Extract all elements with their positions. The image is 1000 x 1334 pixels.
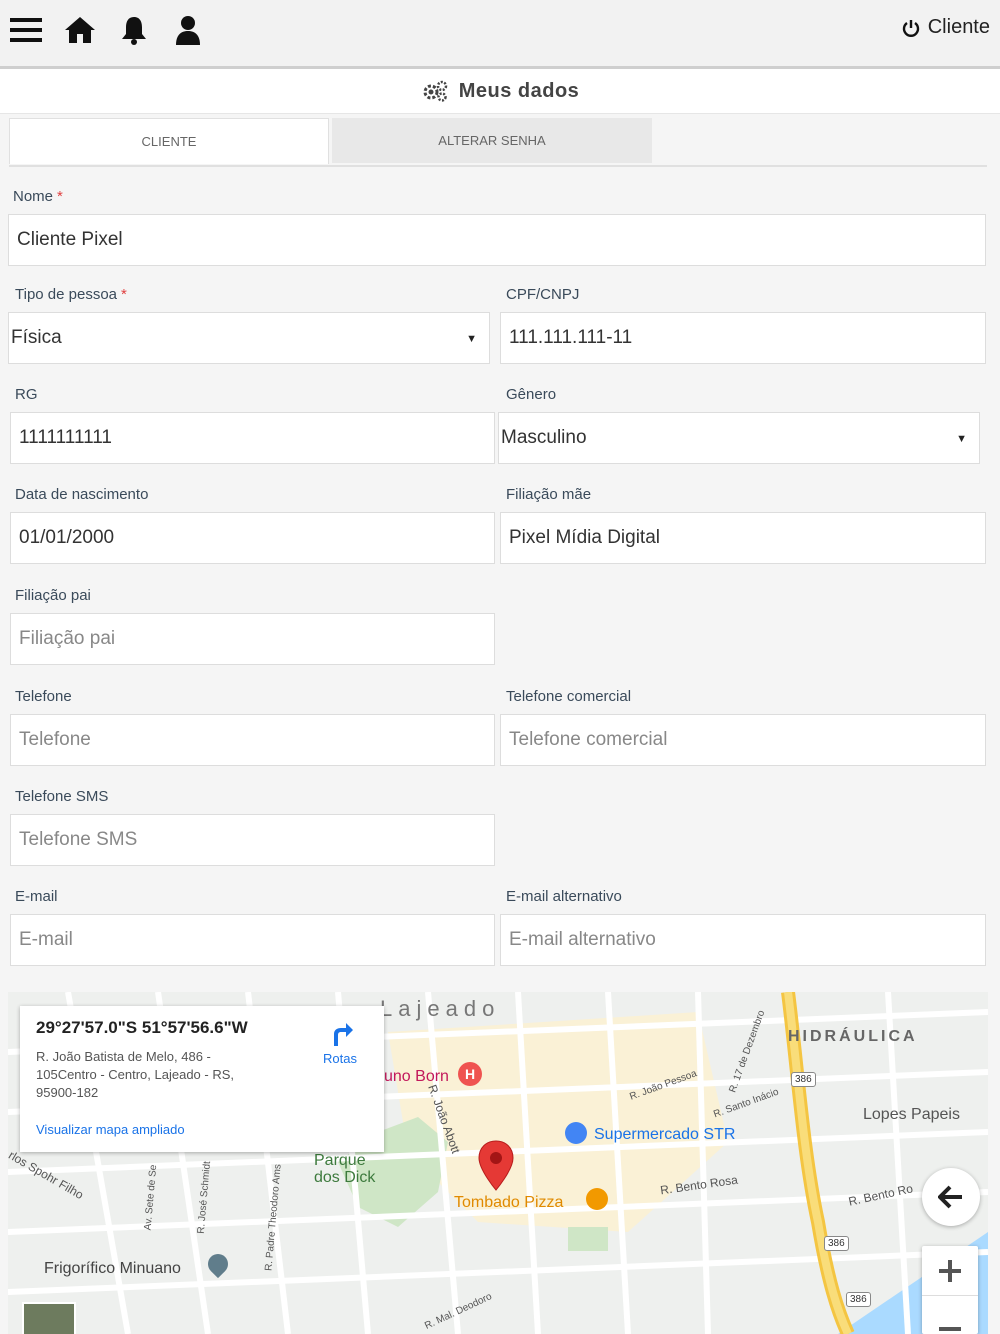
top-bar: Cliente [0,0,1000,69]
nome-label: Nome * [13,188,63,205]
page-header: Meus dados [0,69,1000,114]
directions-icon [334,1023,353,1046]
telefone-comercial-label: Telefone comercial [506,688,632,705]
genero-value: Masculino [501,427,587,448]
tipo-pessoa-value: Física [11,327,62,348]
routes-button[interactable]: Rotas [312,1020,368,1066]
satellite-toggle[interactable] [22,1302,76,1334]
map-coordinates: 29°27'57.0"S 51°57'56.6"W [36,1018,248,1037]
user-icon[interactable] [170,12,206,48]
power-icon [902,19,919,37]
map-label-supermarket: Supermercado STR [594,1126,736,1143]
filiacao-pai-input[interactable] [10,613,495,665]
caret-down-icon: ▼ [466,333,477,345]
highway-shield: 386 [791,1072,816,1087]
nome-input[interactable] [8,214,986,266]
filiacao-pai-label: Filiação pai [15,587,91,604]
telefone-sms-label: Telefone SMS [15,788,109,805]
zoom-out-button[interactable] [922,1296,978,1334]
user-label: Cliente [927,16,990,38]
cart-icon [565,1122,587,1144]
gears-icon [423,80,447,102]
tab-bar: CLIENTE ALTERAR SENHA [9,118,987,167]
minus-icon [939,1327,961,1331]
map-address: R. João Batista de Melo, 486 - 105Centro… [36,1049,234,1100]
genero-select[interactable]: Masculino ▼ [498,412,980,464]
menu-icon[interactable] [8,12,44,48]
home-icon[interactable] [62,12,98,48]
rg-input[interactable] [10,412,495,464]
map-label-frigorifico: Frigorífico Minuano [44,1260,181,1277]
arrow-left-icon [938,1185,962,1209]
telefone-input[interactable] [10,714,495,766]
map-label-city: Lajeado [380,996,501,1021]
cpf-cnpj-label: CPF/CNPJ [506,286,580,303]
view-larger-map-link[interactable]: Visualizar mapa ampliado [36,1122,185,1137]
zoom-controls [922,1246,978,1334]
data-nascimento-input[interactable] [10,512,495,564]
telefone-comercial-input[interactable] [500,714,986,766]
cpf-cnpj-input[interactable] [500,312,986,364]
highway-shield: 386 [846,1292,871,1307]
filiacao-mae-label: Filiação mãe [506,486,592,503]
hospital-icon: H [458,1062,482,1086]
highway-shield: 386 [824,1236,849,1251]
tab-alterar-senha[interactable]: ALTERAR SENHA [332,118,652,163]
location-pin-icon [478,1140,514,1191]
restaurant-icon [586,1188,608,1210]
embedded-map[interactable]: Lajeado HIDRÁULICA uno Born H Supermerca… [8,992,988,1334]
map-label-district: HIDRÁULICA [788,1028,918,1045]
logout-user-link[interactable]: Cliente [902,16,990,39]
map-label-hospital: uno Born [384,1068,449,1085]
telefone-label: Telefone [15,688,72,705]
email-alternativo-label: E-mail alternativo [506,888,622,905]
email-label: E-mail [15,888,58,905]
plus-icon [939,1259,961,1282]
caret-down-icon: ▼ [956,433,967,445]
bell-icon[interactable] [116,12,152,48]
back-button[interactable] [922,1168,980,1226]
tab-cliente[interactable]: CLIENTE [9,118,329,164]
rg-label: RG [15,386,38,403]
map-info-card: 29°27'57.0"S 51°57'56.6"W R. João Batist… [20,1006,384,1152]
page-title: Meus dados [458,79,580,102]
map-label-lopes: Lopes Papeis [863,1106,960,1123]
tipo-pessoa-label: Tipo de pessoa * [15,286,127,303]
email-input[interactable] [10,914,495,966]
filiacao-mae-input[interactable] [500,512,986,564]
genero-label: Gênero [506,386,557,403]
map-label-restaurant: Tombado Pizza [454,1194,564,1211]
routes-label: Rotas [323,1051,357,1066]
map-label-park: Parque dos Dick [314,1152,376,1186]
data-nascimento-label: Data de nascimento [15,486,149,503]
email-alternativo-input[interactable] [500,914,986,966]
tipo-pessoa-select[interactable]: Física ▼ [8,312,490,364]
telefone-sms-input[interactable] [10,814,495,866]
zoom-in-button[interactable] [922,1246,978,1297]
